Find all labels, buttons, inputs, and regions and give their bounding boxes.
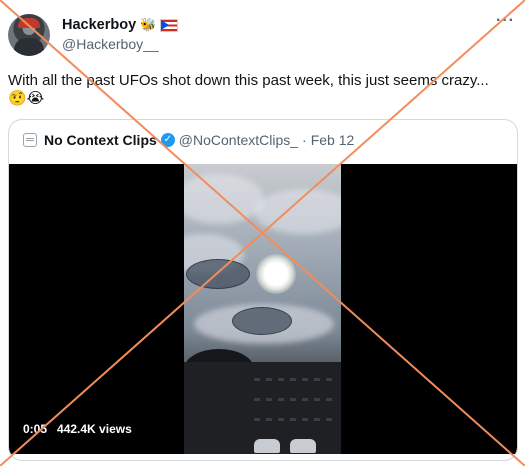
cloud (254, 189, 341, 234)
building-windows (254, 398, 334, 401)
more-options-icon[interactable]: ··· (496, 12, 515, 30)
avatar-cap (18, 18, 40, 28)
user-avatar[interactable] (8, 14, 50, 56)
quoted-tweet-header: No Context Clips ✓ @NoContextClips_ · Fe… (23, 132, 354, 148)
building-windows (254, 378, 334, 381)
video-timestamp: 0:05 (23, 422, 48, 436)
tweet-emojis: 🤨😭 (8, 90, 45, 107)
quoted-avatar[interactable] (23, 133, 37, 147)
cloud (184, 174, 264, 224)
verified-badge-icon: ✓ (160, 133, 175, 147)
tweet-text: With all the past UFOs shot down this pa… (8, 72, 489, 89)
quoted-handle[interactable]: @NoContextClips_ (179, 132, 298, 148)
fallstreak-hole (186, 259, 250, 289)
separator-dot: · (302, 132, 307, 148)
video-views: 442.4K views (57, 422, 132, 436)
video-metadata: 0:05 442.4K views (23, 422, 132, 436)
bee-icon: 🐝 (140, 17, 157, 33)
quoted-date[interactable]: Feb 12 (311, 132, 355, 148)
author-name-row: Hackerboy 🐝 (62, 15, 179, 35)
quoted-tweet-card[interactable]: No Context Clips ✓ @NoContextClips_ · Fe… (8, 119, 518, 461)
car (290, 439, 316, 453)
car (254, 439, 280, 453)
puerto-rico-flag-icon (160, 18, 179, 32)
building-windows (254, 418, 334, 421)
video-player[interactable]: 0:05 442.4K views (9, 164, 517, 454)
quoted-display-name[interactable]: No Context Clips (44, 132, 157, 148)
avatar-body (14, 38, 44, 56)
video-frame (184, 164, 341, 454)
author-handle[interactable]: @Hackerboy__ (62, 36, 159, 52)
sun (256, 254, 296, 294)
display-name[interactable]: Hackerboy (62, 17, 136, 33)
fallstreak-hole (232, 307, 292, 335)
